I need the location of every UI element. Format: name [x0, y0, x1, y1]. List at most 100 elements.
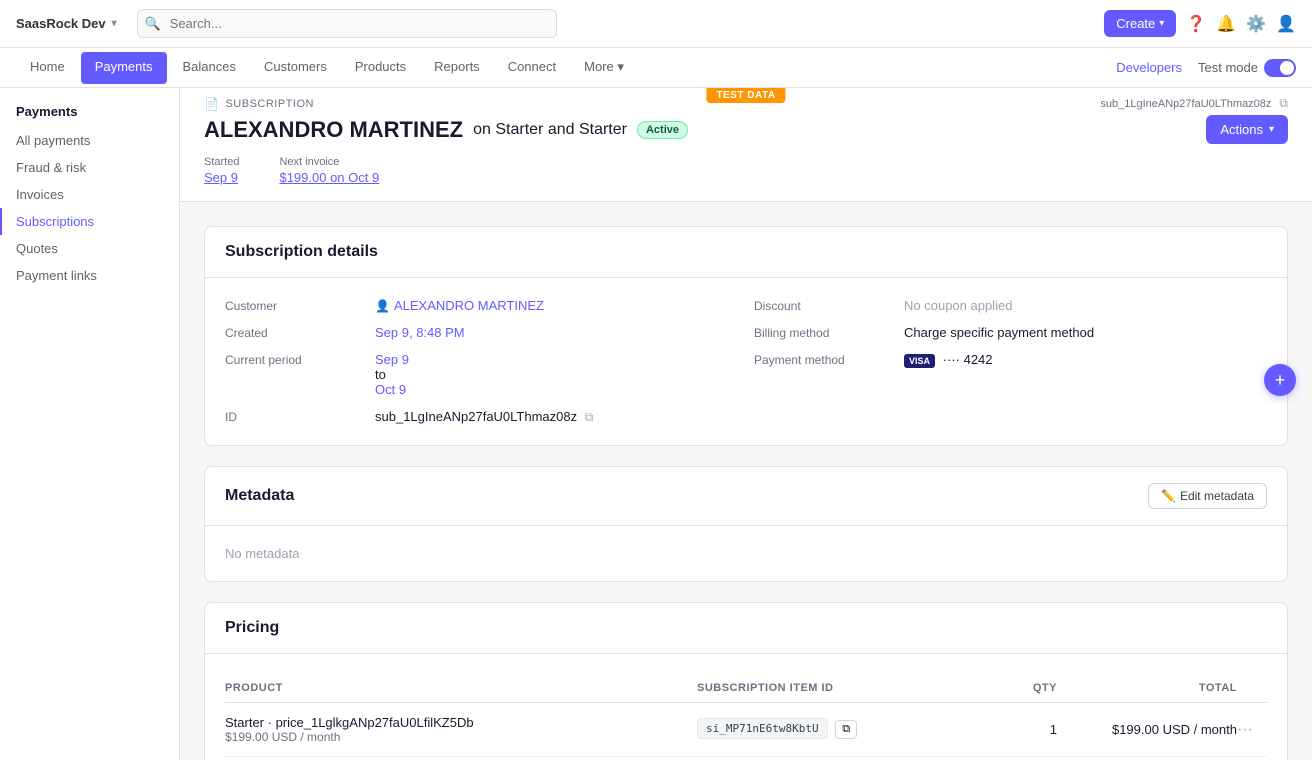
customer-heading: ALEXANDRO MARTINEZ [204, 117, 463, 143]
next-invoice-amount[interactable]: $199.00 on Oct 9 [279, 170, 379, 185]
search-bar: 🔍 [137, 9, 557, 38]
payment-method-label: Payment method [754, 352, 904, 367]
no-metadata-text: No metadata [225, 542, 299, 565]
discount-label: Discount [754, 298, 904, 313]
details-left: Customer 👤 ALEXANDRO MARTINEZ Created [225, 298, 738, 425]
sidebar-item-quotes[interactable]: Quotes [0, 235, 179, 262]
invoice-info: Started Sep 9 Next invoice $199.00 on Oc… [180, 156, 1312, 201]
metadata-body: No metadata [205, 526, 1287, 581]
search-input[interactable] [137, 9, 557, 38]
customer-link[interactable]: 👤 ALEXANDRO MARTINEZ [375, 298, 544, 313]
visa-badge: VISA [904, 354, 935, 368]
search-icon: 🔍 [145, 16, 161, 32]
next-invoice-label: Next invoice [279, 156, 379, 168]
sidebar: Payments All payments Fraud & risk Invoi… [0, 88, 180, 760]
created-value: Sep 9, 8:48 PM [375, 325, 465, 340]
pricing-si-2: si_MP71QKNRGFzZkJ ⧉ View usage [697, 757, 977, 760]
pricing-col-qty: QTY [977, 674, 1057, 703]
pricing-menu-2: ··· [1237, 757, 1267, 760]
tab-payments[interactable]: Payments [81, 52, 167, 84]
help-icon[interactable]: ❓ [1186, 14, 1206, 34]
subscription-details-body: Customer 👤 ALEXANDRO MARTINEZ Created [205, 278, 1287, 445]
top-bar: SaasRock Dev ▾ 🔍 Create ▾ ❓ 🔔 ⚙️ 👤 [0, 0, 1312, 48]
developers-link[interactable]: Developers [1116, 60, 1182, 75]
pricing-total-2: Varies with usage [1057, 757, 1237, 760]
pricing-qty-1: 1 [977, 703, 1057, 757]
sidebar-title: Payments [0, 104, 179, 127]
tab-balances[interactable]: Balances [169, 48, 250, 88]
period-start-link[interactable]: Sep 9 [375, 352, 409, 367]
id-detail: ID sub_1LgIneANp27faU0LThmaz08z ⧉ [225, 409, 738, 425]
layout: Payments All payments Fraud & risk Invoi… [0, 88, 1312, 760]
pricing-section: Pricing PRODUCT SUBSCRIPTION ITEM ID QTY… [204, 602, 1288, 760]
sidebar-item-payment-links[interactable]: Payment links [0, 262, 179, 289]
app-name: SaasRock Dev [16, 16, 106, 31]
si-copy-btn-1[interactable]: ⧉ [835, 720, 857, 739]
create-button[interactable]: Create ▾ [1104, 10, 1176, 37]
top-actions: Create ▾ ❓ 🔔 ⚙️ 👤 [1104, 10, 1296, 37]
test-mode-toggle[interactable]: Test mode [1198, 59, 1296, 77]
sub-id-copy-icon[interactable]: ⧉ [1279, 96, 1288, 111]
discount-value: No coupon applied [904, 298, 1012, 313]
bell-icon[interactable]: 🔔 [1216, 14, 1236, 34]
created-detail: Created Sep 9, 8:48 PM [225, 325, 738, 340]
sidebar-item-subscriptions[interactable]: Subscriptions [0, 208, 179, 235]
pricing-row-1: Starter · price_1LglkgANp27faU0LfilKZ5Db… [225, 703, 1267, 757]
id-value: sub_1LgIneANp27faU0LThmaz08z ⧉ [375, 409, 593, 425]
test-mode-switch[interactable] [1264, 59, 1296, 77]
current-period-value: Sep 9 to Oct 9 [375, 352, 409, 397]
subscription-details-title: Subscription details [225, 243, 378, 261]
person-icon: 👤 [375, 299, 390, 313]
sidebar-item-all-payments[interactable]: All payments [0, 127, 179, 154]
sub-title-row: ALEXANDRO MARTINEZ on Starter and Starte… [180, 111, 1312, 156]
sidebar-item-fraud-risk[interactable]: Fraud & risk [0, 154, 179, 181]
edit-icon: ✏️ [1161, 489, 1176, 503]
pricing-title: Pricing [225, 619, 279, 637]
tab-customers[interactable]: Customers [250, 48, 341, 88]
created-link[interactable]: Sep 9, 8:48 PM [375, 325, 465, 340]
create-chevron-icon: ▾ [1159, 18, 1164, 29]
pricing-col-si-id: SUBSCRIPTION ITEM ID [697, 674, 977, 703]
gear-icon[interactable]: ⚙️ [1246, 14, 1266, 34]
user-icon[interactable]: 👤 [1276, 14, 1296, 34]
metadata-title: Metadata [225, 487, 294, 505]
customer-label: Customer [225, 298, 375, 313]
billing-method-detail: Billing method Charge specific payment m… [754, 325, 1267, 340]
id-copy-icon[interactable]: ⧉ [585, 410, 594, 424]
tab-home[interactable]: Home [16, 48, 79, 88]
payment-method-value: VISA ···· 4242 [904, 352, 993, 367]
started-date[interactable]: Sep 9 [204, 170, 238, 185]
tab-more[interactable]: More ▾ [570, 48, 638, 88]
pricing-more-icon-1[interactable]: ··· [1237, 721, 1253, 738]
nav-tabs: Home Payments Balances Customers Product… [0, 48, 1312, 88]
subscription-details-section: Subscription details Customer 👤 ALEXA [204, 226, 1288, 446]
period-end-link[interactable]: Oct 9 [375, 382, 409, 397]
edit-metadata-button[interactable]: ✏️ Edit metadata [1148, 483, 1267, 509]
next-invoice-block: Next invoice $199.00 on Oct 9 [279, 156, 379, 185]
pricing-body: PRODUCT SUBSCRIPTION ITEM ID QTY TOTAL S… [205, 654, 1287, 760]
sidebar-item-invoices[interactable]: Invoices [0, 181, 179, 208]
pricing-product-1: Starter · price_1LglkgANp27faU0LfilKZ5Db… [225, 703, 697, 757]
pricing-menu-1: ··· [1237, 703, 1267, 757]
subscription-label: 📄 SUBSCRIPTION [204, 97, 314, 111]
pricing-total-1: $199.00 USD / month [1057, 703, 1237, 757]
metadata-header: Metadata ✏️ Edit metadata [205, 467, 1287, 526]
created-label: Created [225, 325, 375, 340]
tab-reports[interactable]: Reports [420, 48, 494, 88]
billing-method-value: Charge specific payment method [904, 325, 1094, 340]
float-add-button[interactable]: + [1264, 364, 1296, 396]
test-data-badge: TEST DATA [706, 88, 785, 103]
billing-method-label: Billing method [754, 325, 904, 340]
main-content: TEST DATA 📄 SUBSCRIPTION sub_1LgIneANp27… [180, 88, 1312, 760]
pricing-product-2: Starter · API call Starts at $0.00 USD /… [225, 757, 697, 760]
actions-chevron-icon: ▾ [1269, 124, 1274, 135]
content-area: Subscription details Customer 👤 ALEXA [180, 202, 1312, 760]
app-logo[interactable]: SaasRock Dev ▾ [16, 16, 117, 31]
tab-connect[interactable]: Connect [494, 48, 570, 88]
details-right: Discount No coupon applied Billing metho… [754, 298, 1267, 425]
actions-button[interactable]: Actions ▾ [1206, 115, 1288, 144]
payment-method-detail: Payment method VISA ···· 4242 [754, 352, 1267, 367]
tab-products[interactable]: Products [341, 48, 420, 88]
pricing-col-product: PRODUCT [225, 674, 697, 703]
pricing-si-1: si_MP71nE6tw8KbtU ⧉ [697, 703, 977, 757]
